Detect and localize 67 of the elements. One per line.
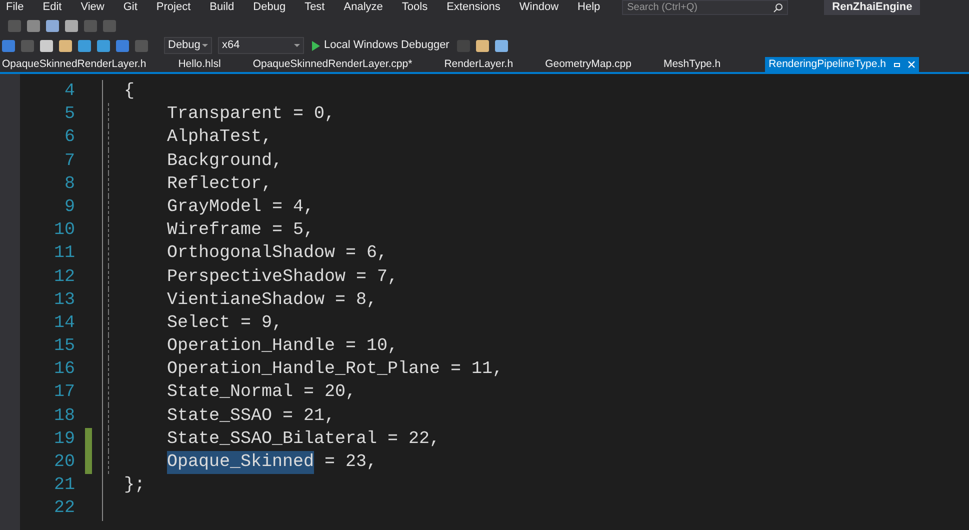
line-number: 8 [63,172,75,196]
code-text: State_Normal = 20, [167,381,356,404]
code-text: Wireframe = 5, [167,219,314,242]
code-text: State_SSAO_Bilateral = 22, [167,428,440,451]
line-number: 14 [52,312,75,335]
code-text: }; [124,474,146,498]
caret-icon [294,44,300,47]
menu-item[interactable]: View [80,0,104,16]
line-number: 19 [52,428,75,451]
configuration-dropdown[interactable]: Debug [164,37,212,54]
menu-item[interactable]: File [6,0,24,16]
line-number: 20 [52,451,75,474]
line-number: 5 [63,103,75,126]
file-tab[interactable]: MeshType.h [661,57,723,72]
code-text: Opaque_Skinned [167,451,314,474]
line-number: 22 [52,497,75,520]
menu-item[interactable]: Window [519,0,559,16]
line-number: 13 [52,288,75,312]
file-tab[interactable]: OpaqueSkinnedRenderLayer.h [0,57,148,72]
code-text: State_SSAO = 21, [167,404,336,428]
line-number: 4 [63,80,75,103]
search-field[interactable]: Search (Ctrl+Q) [622,0,788,15]
menu-item[interactable]: Project [156,0,191,16]
menu-item[interactable]: Tools [402,0,428,16]
file-tab[interactable]: GeometryMap.cpp [543,57,634,72]
code-text: OrthogonalShadow = 6, [167,242,388,266]
line-number: 17 [52,381,75,404]
menu-item[interactable]: Edit [42,0,62,16]
file-tab[interactable]: RenderingPipelineType.h [764,57,919,72]
line-number: 12 [52,266,75,288]
caret-icon [202,44,208,47]
line-number: 15 [52,335,75,358]
code-text: Background, [167,150,283,173]
menu-item[interactable]: Test [304,0,325,16]
code-text: PerspectiveShadow = 7, [167,266,398,288]
line-number: 7 [63,150,75,173]
code-text: Reflector, [167,172,272,196]
code-text: Operation_Handle_Rot_Plane = 11, [167,358,504,382]
menu-item[interactable]: Debug [253,0,286,16]
platform-dropdown[interactable]: x64 [218,37,304,54]
search-icon [773,2,784,12]
line-number: 16 [52,358,75,382]
menu-item[interactable]: Git [123,0,138,16]
code-text: = 23, [324,451,378,474]
line-number: 9 [63,196,75,219]
pin-icon[interactable] [894,62,900,66]
file-tab[interactable]: Hello.hlsl [176,57,223,72]
code-text: AlphaTest, [167,126,272,150]
menu-item[interactable]: Help [578,0,600,16]
line-number: 11 [52,242,75,266]
line-number: 6 [63,126,75,150]
menu-item[interactable]: Build [210,0,234,16]
code-text: GrayModel = 4, [167,196,314,219]
file-tab[interactable]: OpaqueSkinnedRenderLayer.cpp* [250,57,414,72]
code-text: VientianeShadow = 8, [167,288,378,312]
menu-item[interactable]: Extensions [446,0,500,16]
code-text: { [124,80,135,103]
line-number: 10 [52,219,75,242]
file-tab[interactable]: RenderLayer.h [442,57,516,72]
code-text: Operation_Handle = 10, [167,335,398,358]
code-text: Transparent = 0, [167,103,336,126]
close-icon[interactable] [908,61,915,68]
code-text: Select = 9, [167,312,283,335]
menu-item[interactable]: Analyze [344,0,383,16]
line-number: 18 [52,404,75,428]
line-number: 21 [52,474,75,498]
solution-name: RenZhaiEngine [824,0,920,16]
